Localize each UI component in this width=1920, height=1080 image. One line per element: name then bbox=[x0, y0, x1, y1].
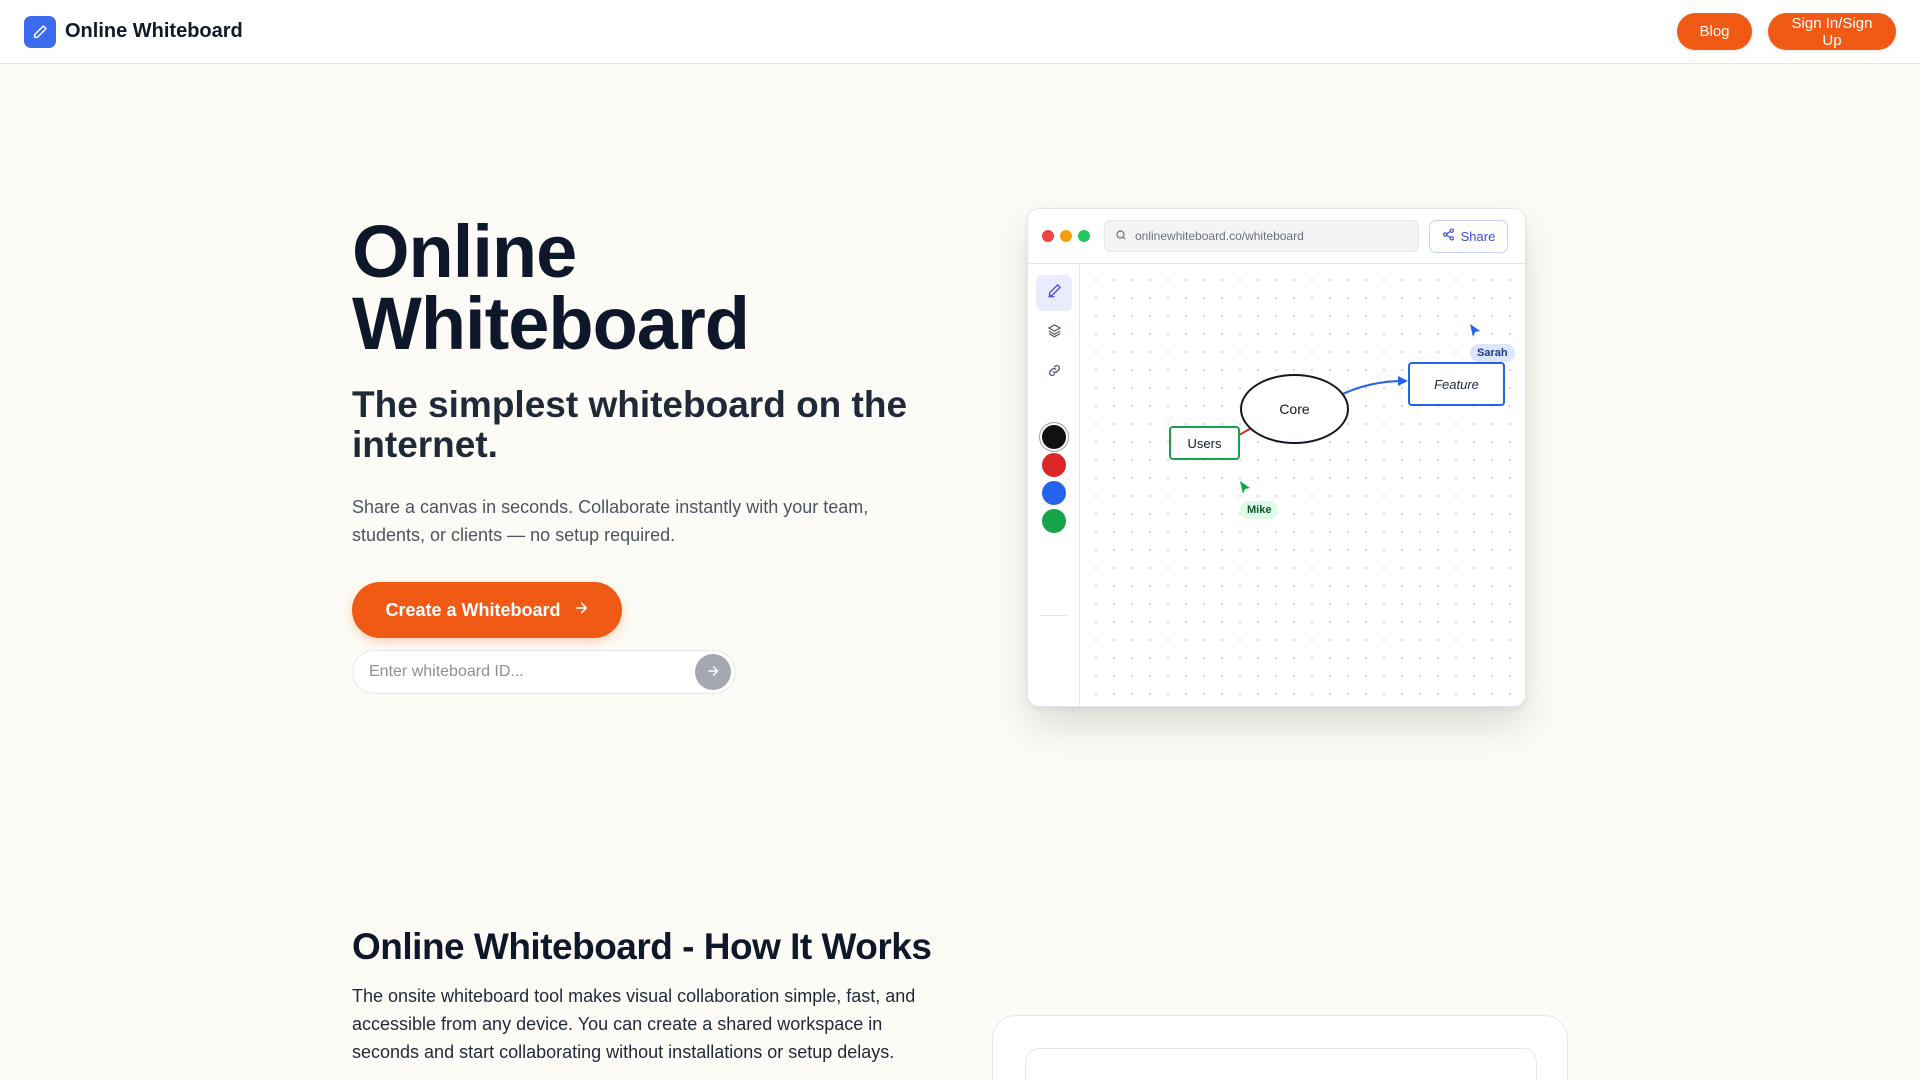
hero-title-line2: Whiteboard bbox=[352, 282, 750, 365]
how-it-works-description: The onsite whiteboard tool makes visual … bbox=[352, 986, 916, 1062]
hero-title-line1: Online bbox=[352, 210, 577, 293]
signin-button[interactable]: Sign In/Sign Up bbox=[1768, 13, 1896, 50]
layers-icon bbox=[1047, 323, 1062, 343]
cursor-label-sarah: Sarah bbox=[1470, 344, 1515, 362]
color-swatch-blue bbox=[1042, 481, 1066, 505]
create-whiteboard-label: Create a Whiteboard bbox=[385, 599, 561, 620]
preview-pen-tool bbox=[1036, 275, 1072, 311]
arrow-right-icon bbox=[573, 600, 589, 621]
whiteboard-id-input[interactable] bbox=[369, 663, 695, 681]
color-swatch-black bbox=[1042, 425, 1066, 449]
join-whiteboard-button[interactable] bbox=[695, 654, 731, 690]
link-icon bbox=[1047, 363, 1062, 383]
preview-node-users: Users bbox=[1169, 426, 1240, 460]
preview-url-bar: onlinewhiteboard.co/whiteboard bbox=[1104, 220, 1419, 252]
pencil-icon bbox=[1047, 283, 1062, 303]
preview-link-tool bbox=[1036, 355, 1072, 391]
preview-toolbar bbox=[1028, 265, 1080, 706]
preview-share-button: Share bbox=[1429, 219, 1508, 253]
preview-node-feature: Feature bbox=[1408, 362, 1505, 406]
hero-title: Online Whiteboard bbox=[352, 215, 750, 361]
how-it-works-card bbox=[992, 1015, 1568, 1080]
brand[interactable]: Online Whiteboard bbox=[24, 15, 243, 48]
create-whiteboard-button[interactable]: Create a Whiteboard bbox=[352, 582, 622, 638]
preview-connectors bbox=[1238, 376, 1408, 436]
arrow-right-icon bbox=[706, 664, 720, 681]
top-nav: Online Whiteboard Blog Sign In/Sign Up bbox=[0, 0, 1920, 64]
color-swatch-red bbox=[1042, 453, 1066, 477]
toolbar-divider bbox=[1040, 615, 1068, 616]
preview-share-label: Share bbox=[1460, 228, 1496, 244]
brand-name: Online Whiteboard bbox=[65, 20, 243, 42]
whiteboard-id-form bbox=[352, 650, 736, 694]
preview-layers-tool bbox=[1036, 315, 1072, 351]
hero-description: Share a canvas in seconds. Collaborate i… bbox=[352, 497, 869, 545]
window-close-dot bbox=[1042, 230, 1054, 242]
hero-subtitle: The simplest whiteboard on the internet. bbox=[352, 384, 908, 465]
preview-browser-bar: onlinewhiteboard.co/whiteboard Share bbox=[1028, 209, 1525, 264]
search-icon bbox=[1115, 229, 1127, 244]
cursor-icon bbox=[1239, 480, 1252, 501]
window-maximize-dot bbox=[1078, 230, 1090, 242]
preview-url-text: onlinewhiteboard.co/whiteboard bbox=[1135, 229, 1304, 243]
how-it-works-title: Online Whiteboard - How It Works bbox=[352, 926, 932, 967]
share-icon bbox=[1442, 228, 1455, 244]
whiteboard-preview: onlinewhiteboard.co/whiteboard Share bbox=[1027, 208, 1526, 707]
preview-canvas bbox=[1081, 265, 1525, 706]
nav-actions: Blog Sign In/Sign Up bbox=[1677, 13, 1896, 50]
preview-node-core: Core bbox=[1240, 374, 1349, 444]
how-it-works-card-inner bbox=[1025, 1048, 1537, 1080]
window-minimize-dot bbox=[1060, 230, 1072, 242]
blog-button[interactable]: Blog bbox=[1677, 13, 1752, 50]
pencil-icon bbox=[24, 15, 56, 48]
cursor-icon bbox=[1469, 323, 1482, 344]
color-swatch-green bbox=[1042, 509, 1066, 533]
cursor-label-mike: Mike bbox=[1240, 501, 1279, 519]
